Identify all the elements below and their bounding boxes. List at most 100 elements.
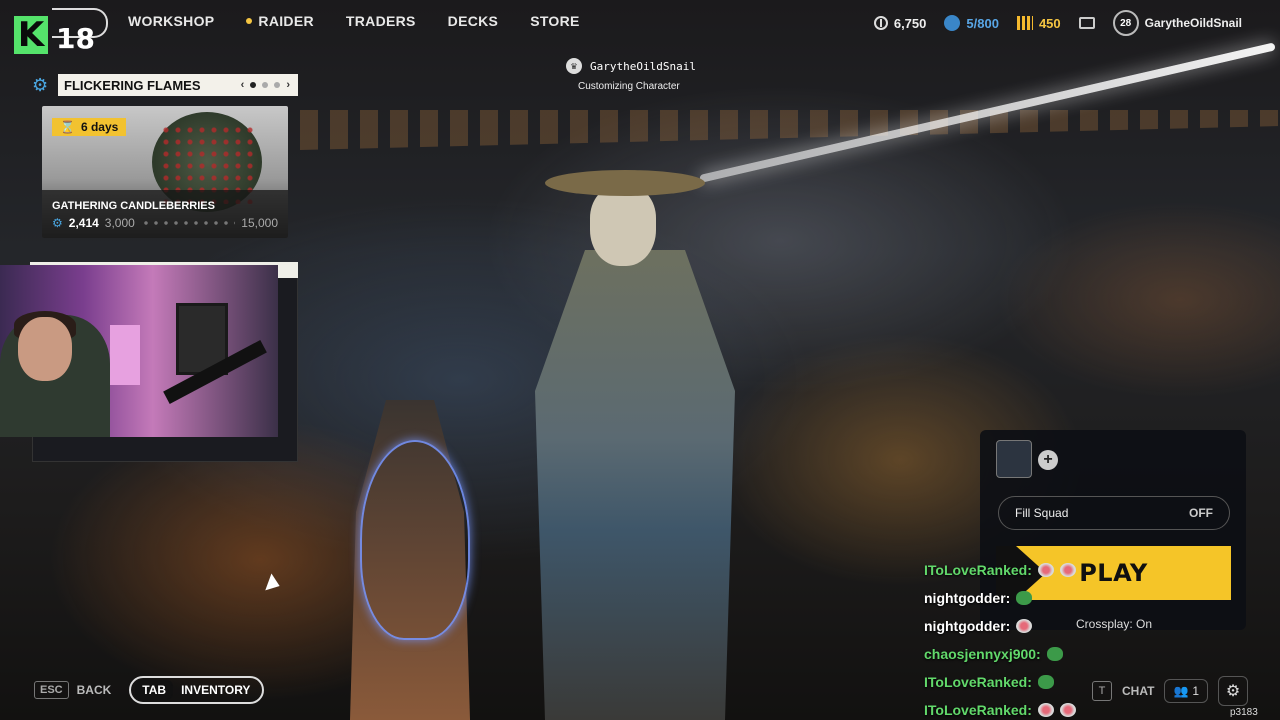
chat-user: chaosjennyxj900: (924, 646, 1041, 662)
currency-bar: 6,750 5/800 450 28 GarytheOildSnail (873, 10, 1242, 36)
character-hat (545, 170, 705, 196)
character-head (590, 186, 656, 266)
center-status: Customizing Character (578, 81, 680, 92)
chat-user: nightgodder: (924, 618, 1011, 634)
center-user: ♛ GarytheOildSnail (566, 58, 696, 74)
squad-member-avatar[interactable] (996, 440, 1032, 478)
stream-chat: IToLoveRanked: nightgodder: nightgodder:… (924, 556, 1076, 720)
character-body (535, 250, 735, 720)
center-username: GarytheOildSnail (590, 59, 696, 73)
event-header: ⚙ FLICKERING FLAMES ‹ › (32, 74, 298, 96)
chat-line: chaosjennyxj900: (924, 640, 1076, 668)
nav-workshop[interactable]: WORKSHOP (128, 13, 214, 29)
emote-icon (1037, 675, 1054, 689)
pager-next-button[interactable]: › (286, 79, 290, 91)
chat-user: IToLoveRanked: (924, 562, 1032, 578)
emote-icon (1046, 647, 1063, 661)
top-bar: K 18 WORKSHOP RAIDER TRADERS DECKS STORE… (0, 0, 1280, 55)
play-label: PLAY (1079, 559, 1148, 587)
profile-button[interactable]: 28 GarytheOildSnail (1112, 10, 1242, 36)
pager-prev-button[interactable]: ‹ (241, 79, 245, 91)
hourglass-icon: ⌛ (60, 120, 75, 134)
nav-workshop-label: WORKSHOP (128, 13, 215, 29)
emote-icon (1059, 703, 1076, 717)
bottom-left-controls: ESC BACK TAB INVENTORY (34, 676, 265, 704)
pager-dot[interactable] (262, 82, 269, 88)
main-nav: WORKSHOP RAIDER TRADERS DECKS STORE (128, 13, 612, 29)
inventory-label: INVENTORY (181, 683, 251, 697)
gold-bars-icon (1016, 16, 1033, 30)
event-card-title: GATHERING CANDLEBERRIES (52, 200, 215, 212)
chat-user: IToLoveRanked: (924, 702, 1032, 718)
player-level: 18 (56, 22, 95, 55)
settings-button[interactable]: ⚙ (1218, 676, 1249, 706)
chat-line: IToLoveRanked: (924, 668, 1076, 696)
event-title: FLICKERING FLAMES (64, 77, 201, 93)
pager-dot[interactable] (250, 82, 257, 88)
pager-dot[interactable] (274, 82, 281, 88)
chat-key[interactable]: T (1092, 681, 1112, 701)
card-footer (42, 190, 288, 238)
nav-decks[interactable]: DECKS (448, 13, 499, 29)
mail-button[interactable] (1078, 17, 1095, 29)
mail-icon (1078, 17, 1095, 29)
profile-level: 28 (1112, 10, 1139, 36)
event-pager: ‹ › (241, 79, 290, 91)
stash-stat[interactable]: 5/800 (944, 15, 999, 31)
coins-stat[interactable]: 6,750 (873, 15, 927, 31)
raider-indicator-icon (246, 18, 253, 24)
tab-key: TAB (135, 680, 174, 700)
chat-line: nightgodder: (924, 612, 1076, 640)
event-gear-icon: ⚙ (32, 75, 49, 95)
emote-icon (1016, 591, 1033, 605)
esc-key[interactable]: ESC (34, 681, 69, 699)
streamer-webcam (0, 265, 278, 437)
profile-username: GarytheOildSnail (1144, 16, 1242, 30)
webcam-face (18, 317, 72, 381)
nav-store[interactable]: STORE (530, 13, 579, 29)
nav-raider-label: RAIDER (258, 13, 314, 29)
gold-stat[interactable]: 450 (1016, 15, 1061, 31)
progress-gear-icon: ⚙ (52, 216, 63, 230)
inventory-button[interactable]: TAB INVENTORY (129, 676, 265, 704)
crown-icon: ♛ (566, 58, 582, 74)
friends-count: 1 (1192, 684, 1200, 698)
gold-value: 450 (1038, 15, 1061, 31)
gear-icon: ⚙ (1225, 683, 1241, 700)
coin-icon (873, 16, 888, 30)
emote-icon (1037, 563, 1054, 577)
progress-max: 15,000 (241, 216, 278, 230)
nav-store-label: STORE (530, 13, 580, 29)
chat-button[interactable]: CHAT (1122, 684, 1154, 698)
progress-current: 2,414 (68, 216, 99, 230)
chat-line: IToLoveRanked: (924, 696, 1076, 720)
stash-value: 5/800 (966, 15, 999, 31)
nav-traders[interactable]: TRADERS (346, 13, 416, 29)
event-title-bar: FLICKERING FLAMES ‹ › (58, 74, 298, 96)
add-squad-member-button[interactable]: + (1038, 450, 1058, 470)
fill-squad-label: Fill Squad (1015, 506, 1069, 520)
friends-button[interactable]: 👥 1 (1164, 679, 1209, 703)
fill-squad-toggle[interactable]: Fill Squad OFF (998, 496, 1230, 530)
nav-traders-label: TRADERS (345, 13, 416, 29)
progress-track (140, 221, 236, 225)
event-card[interactable]: ⌛ 6 days GATHERING CANDLEBERRIES ⚙ 2,414… (42, 106, 288, 238)
chat-user: IToLoveRanked: (924, 674, 1032, 690)
nav-raider[interactable]: RAIDER (246, 13, 314, 29)
bunting-decoration (300, 110, 1280, 150)
back-button[interactable]: BACK (77, 683, 112, 697)
player-character[interactable] (505, 150, 765, 720)
webcam-window (110, 325, 140, 385)
fill-squad-value: OFF (1189, 506, 1213, 520)
stash-icon (944, 15, 961, 31)
event-progress: ⚙ 2,414 3,000 15,000 (52, 216, 278, 230)
build-id: p3183 (1230, 707, 1258, 718)
k-logo-icon: K (14, 16, 48, 54)
statue-glow (360, 440, 470, 640)
emote-icon (1016, 619, 1033, 633)
days-remaining: 6 days (80, 120, 119, 134)
chat-line: nightgodder: (924, 584, 1076, 612)
chat-line: IToLoveRanked: (924, 556, 1076, 584)
chat-user: nightgodder: (924, 590, 1011, 606)
coins-value: 6,750 (893, 15, 927, 31)
